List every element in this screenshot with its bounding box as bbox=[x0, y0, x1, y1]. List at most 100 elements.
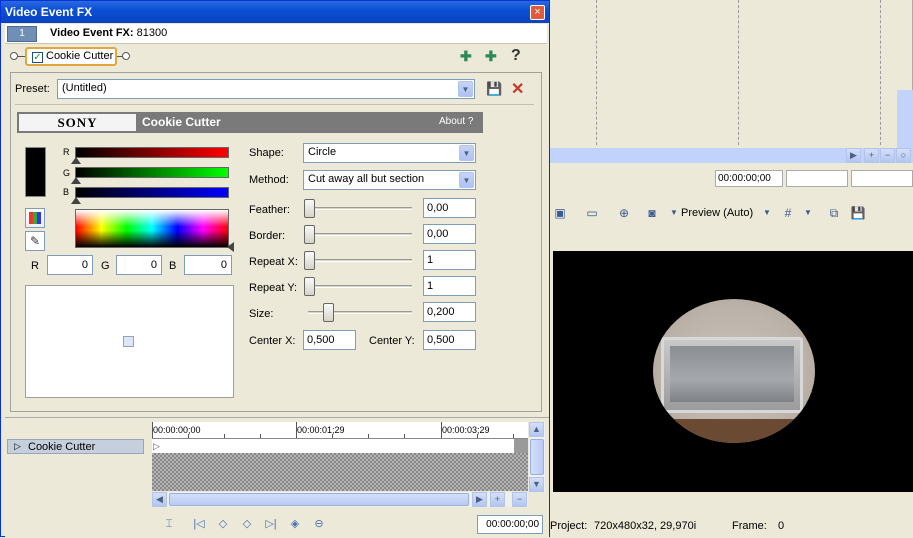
keyframe-track-cookie-cutter[interactable]: ▷ Cookie Cutter bbox=[7, 439, 144, 454]
repeat-y-slider-thumb[interactable] bbox=[304, 277, 315, 296]
green-slider-letter: G bbox=[63, 168, 71, 178]
timeline-vertical-scrollbar[interactable] bbox=[897, 90, 913, 150]
keyframe-horizontal-scrollbar[interactable]: ◀ ▶ + − bbox=[152, 492, 528, 507]
first-keyframe-icon[interactable]: |◁ bbox=[192, 517, 206, 531]
color-spectrum[interactable] bbox=[75, 209, 229, 248]
green-slider-handle[interactable] bbox=[71, 177, 81, 184]
center-y-label: Center Y: bbox=[369, 335, 415, 347]
keyframe-row-end bbox=[514, 439, 528, 453]
time-display-length[interactable] bbox=[851, 170, 913, 187]
border-slider-thumb[interactable] bbox=[304, 225, 315, 244]
help-icon[interactable]: ? bbox=[511, 47, 521, 65]
scroll-up-icon[interactable]: ▲ bbox=[529, 422, 544, 437]
border-slider-track[interactable] bbox=[308, 233, 412, 236]
eyedropper-icon[interactable]: ✎ bbox=[25, 231, 45, 251]
ruler-tick bbox=[477, 434, 478, 438]
project-value: 720x480x32, 29,970i bbox=[594, 520, 697, 532]
zoom-in-icon[interactable]: + bbox=[864, 148, 879, 163]
ruler-tick bbox=[188, 434, 189, 438]
time-display-end[interactable] bbox=[786, 170, 848, 187]
shape-value: Circle bbox=[308, 146, 337, 158]
scroll-left-icon[interactable]: ◀ bbox=[152, 492, 167, 507]
chevron-down-icon[interactable]: ▼ bbox=[759, 205, 775, 221]
preset-dropdown[interactable]: (Untitled) ▼ bbox=[57, 79, 475, 99]
scroll-thumb[interactable] bbox=[169, 493, 469, 506]
keyframe-row[interactable]: ▷ bbox=[152, 439, 514, 453]
timeline-horizontal-scrollbar[interactable]: ▶ + − ○ bbox=[550, 148, 913, 163]
zoom-in-icon[interactable]: + bbox=[490, 492, 505, 507]
center-x-value[interactable]: 0,500 bbox=[303, 330, 356, 350]
keyframe-time-display[interactable]: 00:00:00;00 bbox=[477, 515, 543, 534]
center-y-value[interactable]: 0,500 bbox=[423, 330, 476, 350]
about-link[interactable]: About ? bbox=[439, 116, 473, 127]
red-slider-handle[interactable] bbox=[71, 157, 81, 164]
zoom-out-icon[interactable]: − bbox=[512, 492, 527, 507]
shape-dropdown[interactable]: Circle ▼ bbox=[303, 143, 476, 163]
spectrum-handle[interactable] bbox=[227, 242, 234, 252]
repeat-y-value[interactable]: 1 bbox=[423, 276, 476, 296]
chevron-down-icon[interactable]: ▼ bbox=[459, 145, 474, 161]
delete-keyframe-icon[interactable]: ⊖ bbox=[312, 517, 326, 531]
status-bar: Project: 720x480x32, 29,970i Frame: 0 bbox=[550, 518, 913, 537]
preview-quality-label[interactable]: Preview (Auto) bbox=[681, 207, 753, 219]
palette-icon[interactable] bbox=[25, 208, 45, 228]
save-snapshot-icon[interactable]: 💾 bbox=[850, 205, 866, 221]
chevron-down-icon[interactable]: ▼ bbox=[666, 205, 682, 221]
g-value-input[interactable]: 0 bbox=[116, 255, 162, 275]
r-value-input[interactable]: 0 bbox=[47, 255, 93, 275]
plug-add-icon[interactable]: ✚ bbox=[460, 48, 472, 65]
last-keyframe-icon[interactable]: ▷| bbox=[264, 517, 278, 531]
scroll-right-icon[interactable]: ▶ bbox=[846, 148, 861, 163]
plugin-enable-checkbox[interactable]: ✓ bbox=[32, 52, 43, 63]
repeat-x-slider-track[interactable] bbox=[308, 259, 412, 262]
chevron-down-icon[interactable]: ▼ bbox=[459, 172, 474, 188]
plug-remove-icon[interactable]: ✚ bbox=[485, 48, 497, 65]
repeat-x-slider-thumb[interactable] bbox=[304, 251, 315, 270]
next-keyframe-icon[interactable]: ◇ bbox=[240, 517, 254, 531]
zoom-fit-icon[interactable]: ○ bbox=[896, 148, 911, 163]
chevron-down-icon[interactable]: ▼ bbox=[800, 205, 816, 221]
chevron-down-icon[interactable]: ▼ bbox=[458, 81, 473, 97]
green-slider[interactable] bbox=[75, 167, 229, 178]
repeat-x-value[interactable]: 1 bbox=[423, 250, 476, 270]
zoom-out-icon[interactable]: − bbox=[880, 148, 895, 163]
red-slider[interactable] bbox=[75, 147, 229, 158]
feather-slider-thumb[interactable] bbox=[304, 199, 315, 218]
monitor-icon[interactable]: ▭ bbox=[584, 205, 600, 221]
feather-value[interactable]: 0,00 bbox=[423, 198, 476, 218]
delete-preset-icon[interactable]: ✕ bbox=[511, 79, 524, 99]
blue-slider[interactable] bbox=[75, 187, 229, 198]
keyframe-marker-icon[interactable]: ▷ bbox=[153, 441, 160, 452]
feather-slider-track[interactable] bbox=[308, 207, 412, 210]
vscroll-thumb[interactable] bbox=[530, 439, 544, 475]
chain-start-dot bbox=[10, 52, 18, 60]
timeline-ruler[interactable]: 00:00:00;00 00:00:01;29 00:00:03;29 bbox=[152, 422, 528, 439]
method-dropdown[interactable]: Cut away all but section ▼ bbox=[303, 170, 476, 190]
plugin-label: Cookie Cutter bbox=[46, 50, 114, 62]
save-preset-icon[interactable]: 💾 bbox=[486, 81, 502, 97]
scroll-right-icon[interactable]: ▶ bbox=[472, 492, 487, 507]
blue-slider-handle[interactable] bbox=[71, 197, 81, 204]
copy-snapshot-icon[interactable]: ⧉ bbox=[826, 205, 842, 221]
select-icon[interactable]: ▣ bbox=[552, 205, 568, 221]
keyframe-vertical-scrollbar[interactable]: ▲ ▼ bbox=[529, 422, 545, 492]
prev-keyframe-icon[interactable]: ◇ bbox=[216, 517, 230, 531]
size-slider-thumb[interactable] bbox=[323, 303, 334, 322]
close-icon[interactable]: × bbox=[530, 5, 545, 20]
add-keyframe-icon[interactable]: ◈ bbox=[288, 517, 302, 531]
fx-icon[interactable]: ⊕ bbox=[616, 205, 632, 221]
sync-cursor-icon[interactable]: ⌶ bbox=[162, 517, 176, 531]
repeat-y-slider-track[interactable] bbox=[308, 285, 412, 288]
preset-value: (Untitled) bbox=[62, 82, 107, 94]
b-value-input[interactable]: 0 bbox=[184, 255, 232, 275]
expand-icon[interactable]: ▷ bbox=[14, 441, 21, 452]
plugin-cookie-cutter-button[interactable]: ✓ Cookie Cutter bbox=[25, 47, 117, 66]
size-value[interactable]: 0,200 bbox=[423, 302, 476, 322]
scroll-down-icon[interactable]: ▼ bbox=[529, 477, 544, 492]
border-value[interactable]: 0,00 bbox=[423, 224, 476, 244]
split-screen-icon[interactable]: ◙ bbox=[644, 205, 660, 221]
ruler-tick bbox=[296, 422, 297, 438]
time-display[interactable]: 00:00:00;00 bbox=[715, 170, 783, 187]
grid-icon[interactable]: # bbox=[780, 205, 796, 221]
video-event-fx-window: Video Event FX × 1 Video Event FX: 81300… bbox=[0, 0, 550, 538]
